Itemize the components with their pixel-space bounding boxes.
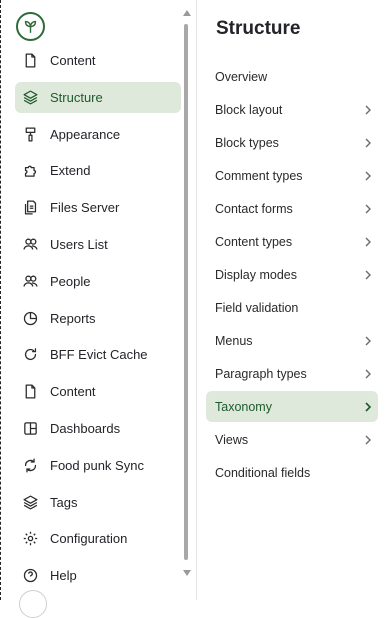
sidebar-item-bff-evict-cache[interactable]: BFF Evict Cache [15, 339, 181, 370]
structure-panel: Structure Overview Block layout Block ty… [197, 0, 387, 600]
menu-item-comment-types[interactable]: Comment types [206, 160, 378, 191]
chevron-right-icon [365, 171, 371, 180]
menu-item-views[interactable]: Views [206, 424, 378, 455]
menu-item-label: Menus [215, 333, 253, 348]
menu-item-label: Block layout [215, 102, 283, 117]
chevron-right-icon [365, 336, 371, 345]
menu-item-label: Block types [215, 135, 279, 150]
sidebar-item-files-server[interactable]: Files Server [15, 192, 181, 223]
menu-item-label: Taxonomy [215, 399, 272, 414]
menu-item-overview[interactable]: Overview [206, 61, 378, 92]
sidebar-item-content[interactable]: Content [15, 45, 181, 76]
sidebar-item-appearance[interactable]: Appearance [15, 119, 181, 150]
structure-menu: Overview Block layout Block types Commen… [206, 61, 378, 490]
people-icon [22, 273, 39, 290]
files-icon [22, 199, 39, 216]
menu-item-content-types[interactable]: Content types [206, 226, 378, 257]
scroll-up-arrow-icon[interactable] [183, 10, 191, 16]
chevron-right-icon [365, 369, 371, 378]
menu-item-field-validation[interactable]: Field validation [206, 292, 378, 323]
menu-item-paragraph-types[interactable]: Paragraph types [206, 358, 378, 389]
document-icon [22, 52, 39, 69]
menu-item-display-modes[interactable]: Display modes [206, 259, 378, 290]
sidebar-item-users-list[interactable]: Users List [15, 229, 181, 260]
sidebar-item-label: Tags [50, 494, 78, 510]
refresh-icon [22, 346, 39, 363]
dashboard-icon [22, 420, 39, 437]
drupal-logo-icon[interactable] [16, 12, 45, 41]
sidebar-item-label: Help [50, 568, 77, 584]
sidebar-item-label: Extend [50, 163, 91, 179]
menu-item-label: Display modes [215, 267, 297, 282]
chevron-right-icon [365, 401, 372, 412]
sidebar-item-food-punk-sync[interactable]: Food punk Sync [15, 450, 181, 481]
sidebar-item-tags[interactable]: Tags [15, 487, 181, 518]
sidebar-item-label: Food punk Sync [50, 457, 144, 473]
menu-item-conditional-fields[interactable]: Conditional fields [206, 457, 378, 488]
menu-item-taxonomy[interactable]: Taxonomy [206, 391, 378, 422]
sidebar-item-label: Configuration [50, 531, 128, 547]
pie-chart-icon [22, 310, 39, 327]
chevron-right-icon [365, 270, 371, 279]
sidebar-item-label: Reports [50, 310, 96, 326]
sidebar-item-structure[interactable]: Structure [15, 81, 181, 113]
menu-item-menus[interactable]: Menus [206, 325, 378, 356]
chevron-right-icon [365, 237, 371, 246]
tags-icon [22, 494, 39, 511]
menu-item-label: Paragraph types [215, 366, 307, 381]
menu-item-label: Contact forms [215, 201, 293, 216]
sidebar-nav: Content Structure Appearance Extend File… [15, 45, 181, 597]
users-icon [22, 236, 39, 253]
sidebar-item-configuration[interactable]: Configuration [15, 523, 181, 554]
help-icon [22, 567, 39, 584]
gear-icon [22, 530, 39, 547]
sidebar-item-label: Appearance [50, 126, 121, 142]
chevron-right-icon [365, 435, 371, 444]
sidebar-item-reports[interactable]: Reports [15, 303, 181, 334]
menu-item-label: Content types [215, 234, 293, 249]
sidebar-item-extend[interactable]: Extend [15, 155, 181, 186]
chevron-right-icon [365, 105, 371, 114]
puzzle-icon [22, 162, 39, 179]
sidebar-item-label: Users List [50, 236, 108, 252]
menu-item-label: Overview [215, 69, 268, 84]
sidebar-item-label: Dashboards [50, 420, 121, 436]
sidebar-item-label: BFF Evict Cache [50, 347, 148, 363]
collapse-toggle-button[interactable] [19, 590, 47, 618]
chevron-right-icon [365, 138, 371, 147]
menu-item-label: Field validation [215, 300, 299, 315]
sidebar-scrollbar[interactable] [183, 10, 191, 576]
scroll-down-arrow-icon[interactable] [183, 570, 191, 576]
sidebar-item-help[interactable]: Help [15, 560, 181, 591]
sidebar-item-label: Content [50, 384, 96, 400]
menu-item-label: Comment types [215, 168, 303, 183]
sidebar-item-dashboards[interactable]: Dashboards [15, 413, 181, 444]
sidebar-item-label: Files Server [50, 200, 120, 216]
panel-title: Structure [216, 18, 301, 39]
sidebar-item-content-2[interactable]: Content [15, 376, 181, 407]
menu-item-block-layout[interactable]: Block layout [206, 94, 378, 125]
menu-item-label: Conditional fields [215, 465, 311, 480]
menu-item-block-types[interactable]: Block types [206, 127, 378, 158]
sidebar-item-people[interactable]: People [15, 266, 181, 297]
layers-icon [22, 89, 39, 106]
sidebar: Content Structure Appearance Extend File… [0, 0, 196, 618]
sync-icon [22, 457, 39, 474]
menu-item-label: Views [215, 432, 249, 447]
chevron-right-icon [365, 204, 371, 213]
scrollbar-thumb[interactable] [184, 24, 188, 560]
paint-roller-icon [22, 126, 39, 143]
sidebar-item-label: Structure [50, 89, 103, 105]
menu-item-contact-forms[interactable]: Contact forms [206, 193, 378, 224]
sidebar-item-label: Content [50, 53, 96, 68]
sidebar-item-label: People [50, 273, 91, 289]
document-icon [22, 383, 39, 400]
